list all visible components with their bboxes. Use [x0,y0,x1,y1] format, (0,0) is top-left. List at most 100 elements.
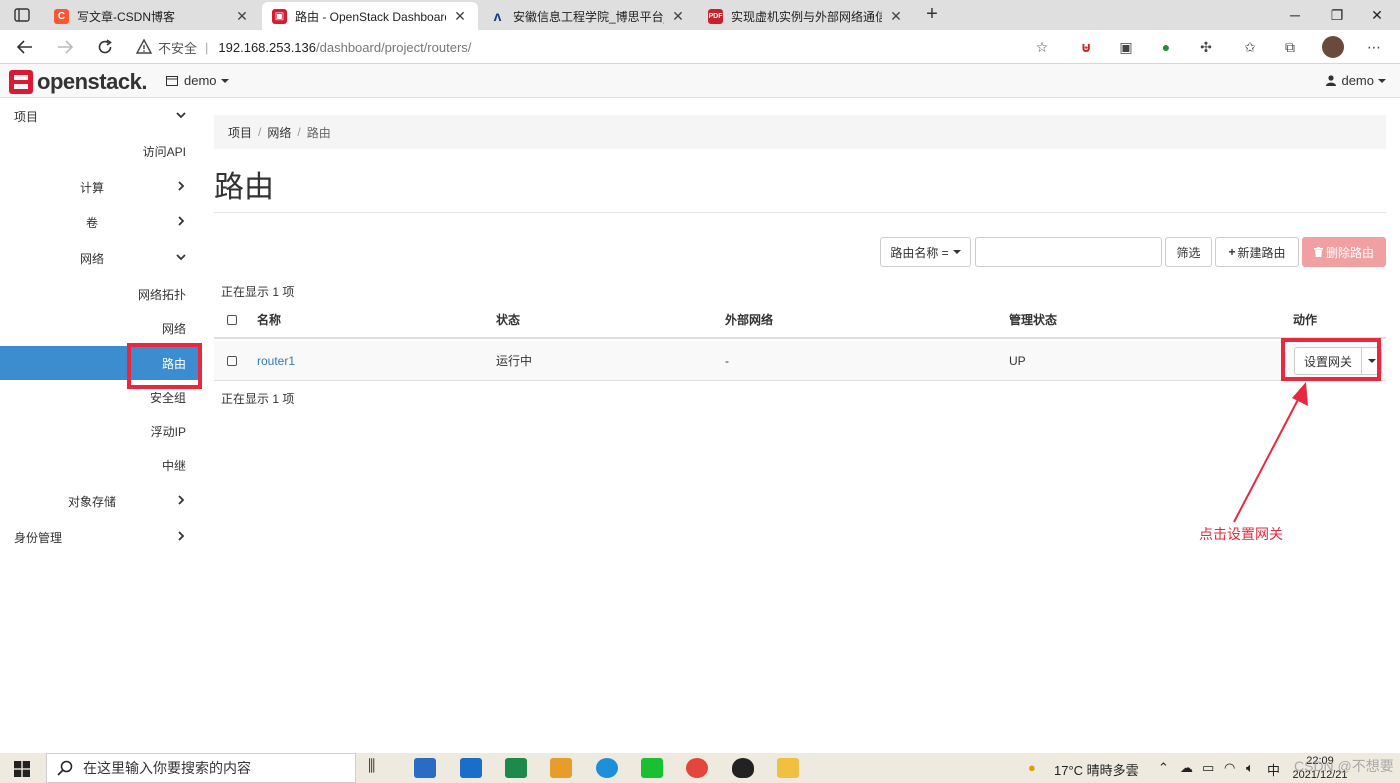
router-status: 运行中 [496,354,533,368]
delete-router-label: 删除路由 [1325,245,1374,260]
create-router-button[interactable]: + 新建路由 [1215,237,1299,267]
column-header-actions: 动作 [1293,313,1318,327]
openstack-logo-icon [9,70,33,94]
edge-icon[interactable] [596,758,618,778]
breadcrumb-item-network[interactable]: 网络 [267,124,291,141]
column-header-status[interactable]: 状态 [496,302,520,337]
router-name-link[interactable]: router1 [257,341,295,380]
user-icon [1326,75,1337,86]
url-separator: | [205,39,209,55]
warning-icon[interactable] [136,39,152,55]
new-tab-icon[interactable]: + [920,3,944,27]
qq-icon[interactable] [732,758,754,778]
file-explorer-icon[interactable] [777,758,799,778]
sidebar-item-project[interactable]: 项目 [0,99,200,133]
user-menu[interactable]: demo [1326,73,1386,88]
browser-app-icon[interactable] [686,758,708,778]
column-header-external-network[interactable]: 外部网络 [725,302,773,337]
annotation-highlight-routers [127,343,202,389]
watermark: CSDN @不想要 [1294,758,1394,774]
column-header-name[interactable]: 名称 [257,302,281,337]
bosi-icon: ʌ [493,8,502,24]
column-header-admin-state[interactable]: 管理状态 [1009,302,1057,337]
sidebar-item-object-store[interactable]: 对象存储 [0,484,200,518]
more-menu-icon[interactable]: ⋯ [1364,37,1384,57]
project-switcher[interactable]: demo [166,73,229,88]
forward-icon[interactable] [52,35,78,59]
sidebar-item-identity[interactable]: 身份管理 [0,520,200,554]
wifi-icon[interactable]: ◠ [1224,760,1235,776]
collections-icon[interactable]: ⧉ [1280,37,1300,57]
openstack-logo[interactable]: openstack. [9,69,147,95]
extensions-icon[interactable]: ✣ [1196,37,1216,57]
sidebar-item-trunks[interactable]: 中继 [0,448,200,482]
sidebar-item-volumes[interactable]: 卷 [0,205,200,239]
filter-button[interactable]: 筛选 [1165,237,1212,267]
chevron-down-icon [176,112,186,119]
chevron-right-icon [178,531,185,541]
refresh-icon[interactable] [92,35,118,59]
back-icon[interactable] [12,35,38,59]
sidebar-item-network-topology[interactable]: 网络拓扑 [0,277,200,311]
openstack-header: openstack. demo demo [0,64,1400,98]
select-all-checkbox[interactable] [227,302,237,337]
extension-game-icon[interactable]: ▣ [1116,37,1136,57]
checkbox-box [227,314,237,325]
filter-field-select[interactable]: 路由名称 = [880,237,971,267]
project-name: demo [184,73,217,88]
tab-openstack[interactable]: ▣ 路由 - OpenStack Dashboard ✕ [262,2,478,30]
extension-pocket-icon[interactable]: ⊎ [1076,37,1096,57]
table-header: 名称 状态 外部网络 管理状态 动作 [214,302,1386,339]
delete-router-button[interactable]: 删除路由 [1302,237,1386,267]
pycharm-icon[interactable] [505,758,527,778]
vm-icon[interactable] [550,758,572,778]
store-icon[interactable] [414,758,436,778]
tab-pdf[interactable]: PDF 实现虚机实例与外部网络通信-1( ✕ [698,2,914,30]
favorite-add-icon[interactable]: ☆ [1032,37,1052,57]
item-count-bottom: 正在显示 1 项 [221,392,295,406]
close-tab-icon[interactable]: ✕ [888,8,904,25]
sidebar-item-api-access[interactable]: 访问API [0,134,200,168]
sidebar-item-floating-ips[interactable]: 浮动IP [0,414,200,448]
sidebar-item-label: 访问API [142,144,186,159]
tab-actions-icon[interactable] [8,4,36,26]
mail-icon[interactable] [460,758,482,778]
close-tab-icon[interactable]: ✕ [234,8,250,25]
tray-expand-icon[interactable]: ⌃ [1158,760,1169,776]
project-icon [166,75,178,86]
sidebar-item-network[interactable]: 网络 [0,241,200,275]
windows-start-icon[interactable] [14,761,30,777]
battery-icon[interactable]: ▭ [1202,760,1214,776]
breadcrumb-separator: / [258,125,262,139]
weather-text[interactable]: 17°C 晴時多雲 [1054,760,1139,779]
extension-globe-icon[interactable]: ● [1156,37,1176,57]
close-window-icon[interactable]: ✕ [1354,0,1400,30]
sidebar-item-label: 项目 [14,109,39,124]
sidebar-item-label: 浮动IP [150,424,186,439]
volume-icon[interactable]: 🔈︎ [1246,760,1254,776]
sidebar-item-label: 计算 [80,180,105,195]
row-checkbox[interactable] [227,341,237,380]
ime-indicator[interactable]: 中 [1267,760,1280,779]
sidebar-item-compute[interactable]: 计算 [0,170,200,204]
tab-bosi[interactable]: ʌ 安徽信息工程学院_博思平台_陶: ✕ [480,2,696,30]
close-tab-icon[interactable]: ✕ [452,8,468,25]
sidebar-item-networks[interactable]: 网络 [0,311,200,345]
breadcrumb-item-project[interactable]: 项目 [228,124,252,141]
logo-text: openstack. [37,69,147,94]
breadcrumb: 项目 / 网络 / 路由 [214,115,1386,149]
close-tab-icon[interactable]: ✕ [670,8,686,25]
favorites-icon[interactable]: ✩ [1240,37,1260,57]
profile-avatar[interactable] [1322,36,1344,58]
taskbar-search[interactable]: 在这里输入你要搜索的内容 [46,753,356,783]
filter-input[interactable] [975,237,1162,267]
sidebar-item-label: 身份管理 [14,530,63,545]
onedrive-icon[interactable]: ☁ [1180,760,1193,776]
url-field[interactable]: 不安全 | 192.168.253.136 /dashboard/project… [136,35,1056,59]
tab-csdn[interactable]: C 写文章-CSDN博客 ✕ [44,2,260,30]
minimize-icon[interactable]: ─ [1272,0,1318,30]
weather-icon: ● [1028,760,1036,775]
url-host: 192.168.253.136 [218,39,317,55]
iqiyi-icon[interactable] [641,758,663,778]
task-view-icon[interactable]: ⫼ [368,758,390,778]
